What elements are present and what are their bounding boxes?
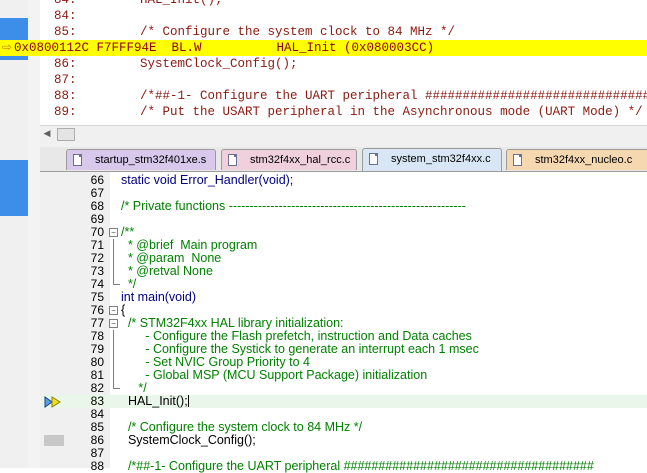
disassembly-line-number: 84: [54, 9, 77, 23]
comment-token: * @retval None [121, 264, 213, 278]
editor-tab[interactable]: startup_stm32f401xe.s [66, 149, 216, 170]
comment-token: */ [121, 277, 137, 291]
text-caret [187, 395, 189, 407]
fold-end-marker [113, 278, 120, 285]
code-line[interactable]: 75 int main(void) [40, 291, 647, 304]
disassembly-line-number: 89: [54, 105, 77, 119]
comment-token: - Configure the Flash prefetch, instruct… [121, 329, 472, 343]
comment-token: * @brief Main program [121, 238, 258, 252]
fold-guide-line [113, 356, 114, 369]
fold-guide-line [113, 239, 114, 252]
fold-guide-line [113, 369, 114, 382]
fold-toggle-icon[interactable]: − [109, 228, 118, 237]
tab-label: system_stm32f4xx.c [391, 153, 491, 165]
disassembly-line-number: 86: [54, 57, 77, 71]
left-panel-strip [0, 0, 28, 468]
fold-guide-line [113, 343, 114, 356]
scroll-left-arrow-icon[interactable]: ◀ [42, 127, 52, 139]
disassembly-source-text: /* Configure the system clock to 84 MHz … [110, 25, 456, 39]
disassembly-line[interactable]: 86: SystemClock_Config(); [40, 56, 647, 72]
disassembly-line[interactable]: 84: [40, 8, 647, 24]
code-token: { [121, 303, 126, 317]
comment-token: /* STM32F4xx HAL library initialization: [121, 316, 344, 330]
disassembly-line-number: 85: [54, 25, 77, 39]
code-text: HAL_Init(); [121, 395, 189, 408]
fold-guide-line [113, 265, 114, 278]
disassembly-source-text: /*##-1- Configure the UART peripheral ##… [110, 89, 647, 103]
disassembly-line[interactable]: 85: /* Configure the system clock to 84 … [40, 24, 647, 40]
disassembly-current-instruction[interactable]: ⇨ 0x0800112C F7FFF94E BL.W HAL_Init (0x08… [0, 40, 647, 56]
tab-label: stm32f4xx_nucleo.c [535, 154, 633, 166]
file-icon [73, 154, 82, 166]
comment-token: - Configure the Systick to generate an i… [121, 342, 479, 356]
editor-tab[interactable]: stm32f4xx_nucleo.c [506, 149, 647, 170]
code-line[interactable]: 88 /*##-1- Configure the UART peripheral… [40, 460, 647, 473]
disassembly-pane[interactable]: 84: HAL_Init(); 84: 85: /* Configure the s… [40, 0, 647, 125]
disassembly-source-text: /* Put the USART peripheral in the Async… [110, 105, 643, 119]
code-token: HAL_Init(); [121, 394, 188, 408]
editor-tab[interactable]: system_stm32f4xx.c [362, 148, 502, 171]
code-token: static void Error_Handler(void); [121, 173, 294, 187]
comment-token: */ [121, 381, 147, 395]
disassembly-source-text: HAL_Init(); [110, 0, 223, 7]
code-line[interactable]: 86 SystemClock_Config(); [40, 434, 647, 447]
code-text: /* Private functions -------------------… [121, 200, 466, 213]
code-token: int main(void) [121, 290, 197, 304]
disassembly-line[interactable]: 89: /* Put the USART peripheral in the A… [40, 104, 647, 120]
comment-token: /** [121, 225, 135, 239]
disassembly-line[interactable]: 87: [40, 72, 647, 88]
code-text: SystemClock_Config(); [121, 434, 256, 447]
code-text: - Global MSP (MCU Support Package) initi… [121, 369, 427, 382]
scrollbar-thumb[interactable] [57, 128, 75, 141]
code-line[interactable]: 68/* Private functions -----------------… [40, 200, 647, 213]
tab-label: startup_stm32f401xe.s [95, 154, 207, 166]
disassembly-line-number: 87: [54, 73, 77, 87]
file-icon [228, 154, 237, 166]
disassembly-horizontal-scrollbar[interactable]: ◀ [40, 125, 647, 141]
code-text: /*##-1- Configure the UART peripheral ##… [121, 460, 594, 473]
tab-label: stm32f4xx_hal_rcc.c [250, 154, 351, 166]
left-panel-tab[interactable] [0, 160, 28, 216]
line-number: 88 [90, 459, 104, 473]
fold-guide-line [113, 252, 114, 265]
code-token: SystemClock_Config(); [121, 433, 256, 447]
fold-toggle-icon[interactable]: − [109, 306, 118, 315]
comment-token: * @param None [121, 251, 222, 265]
editor-tab-bar: startup_stm32f401xe.s stm32f4xx_hal_rcc.c… [40, 147, 647, 172]
comment-token: - Global MSP (MCU Support Package) initi… [121, 368, 428, 382]
editor-tab[interactable]: stm32f4xx_hal_rcc.c [221, 149, 357, 170]
comment-token: /*##-1- Configure the UART peripheral ##… [121, 459, 594, 473]
breakpoint-slot-marker[interactable] [44, 435, 64, 446]
current-code-line[interactable]: 83 HAL_Init(); [40, 395, 647, 408]
program-counter-arrow-icon: ⇨ [1, 41, 13, 55]
fold-toggle-icon[interactable]: − [109, 319, 118, 328]
disassembly-source-text: SystemClock_Config(); [110, 57, 298, 71]
code-text: static void Error_Handler(void); [121, 174, 293, 187]
disassembly-line-number: 84: [54, 0, 77, 7]
execution-arrow-icon [44, 396, 61, 408]
fold-end-marker [113, 382, 120, 389]
disassembly-line-number: 88: [54, 89, 77, 103]
file-icon [513, 154, 522, 166]
comment-token: - Set NVIC Group Priority to 4 [121, 355, 310, 369]
fold-guide-line [113, 330, 114, 343]
disassembly-line[interactable]: 84: HAL_Init(); [40, 0, 647, 8]
code-line[interactable]: 66 static void Error_Handler(void); [40, 174, 647, 187]
file-icon [369, 153, 378, 165]
comment-token: /* Private functions -------------------… [121, 199, 466, 213]
code-text: int main(void) [121, 291, 196, 304]
comment-token: /* Configure the system clock to 84 MHz … [121, 420, 363, 434]
disassembly-line[interactable]: 88: /*##-1- Configure the UART periphera… [40, 88, 647, 104]
instruction-text: 0x0800112C F7FFF94E BL.W HAL_Init (0x080… [14, 41, 435, 55]
